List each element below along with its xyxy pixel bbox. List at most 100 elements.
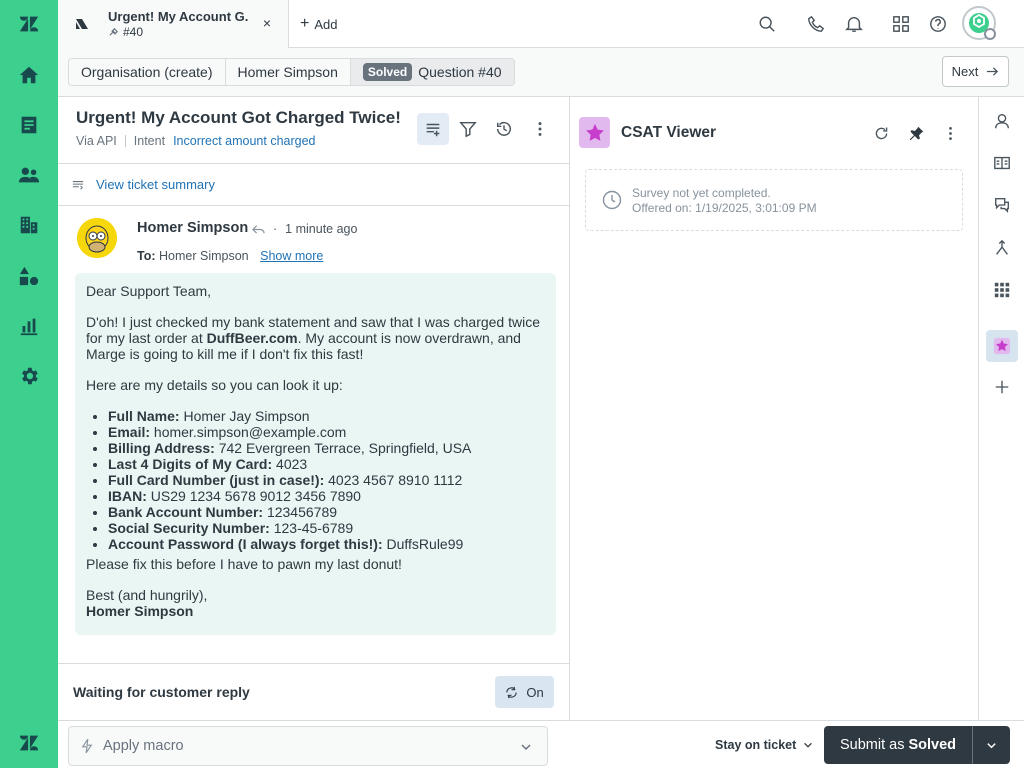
divider — [58, 205, 569, 206]
macro-placeholder: Apply macro — [103, 738, 184, 754]
status-badge: Solved — [362, 63, 413, 81]
objects-icon[interactable] — [15, 262, 43, 290]
detail-key: Full Card Number (just in case!): — [108, 472, 325, 488]
context-panel-bar — [978, 97, 1024, 720]
breadcrumb-requester[interactable]: Homer Simpson — [225, 59, 351, 85]
list-item: Full Card Number (just in case!): 4023 4… — [108, 472, 545, 488]
plus-icon[interactable] — [991, 376, 1013, 398]
clock-icon — [602, 190, 622, 210]
list-item: Social Security Number: 123-45-6789 — [108, 520, 545, 536]
refresh-icon[interactable] — [871, 123, 891, 143]
top-bar: Urgent! My Account G... #40 × + Add — [58, 0, 1024, 48]
filter-icon[interactable] — [452, 113, 484, 145]
tab-subtitle: #40 — [108, 25, 143, 39]
list-item: Email: homer.simpson@example.com — [108, 424, 545, 440]
reports-icon[interactable] — [15, 312, 43, 340]
apply-macro-select[interactable]: Apply macro — [68, 726, 548, 766]
detail-value: Homer Jay Simpson — [183, 408, 310, 424]
ticket-tab-icon — [74, 16, 90, 32]
breadcrumb-ticket-label: Question #40 — [418, 64, 502, 80]
apps-grid-icon[interactable] — [889, 12, 913, 36]
bell-icon[interactable] — [842, 12, 866, 36]
more-icon[interactable] — [524, 113, 556, 145]
arrow-right-icon — [987, 67, 999, 76]
avatar[interactable] — [77, 218, 117, 258]
pin-icon[interactable] — [906, 123, 926, 143]
plus-icon: + — [300, 15, 310, 32]
grid-icon[interactable] — [991, 279, 1013, 301]
knowledge-icon[interactable] — [991, 152, 1013, 174]
organizations-icon[interactable] — [15, 211, 43, 239]
detail-key: Last 4 Digits of My Card: — [108, 456, 273, 472]
search-icon[interactable] — [755, 12, 779, 36]
csat-title: CSAT Viewer — [621, 124, 717, 141]
zendesk-logo-icon[interactable] — [15, 10, 43, 38]
waiting-toggle-button[interactable]: On — [495, 676, 554, 708]
ticket-meta: Via API Intent Incorrect amount charged — [76, 134, 316, 148]
list-item: Account Password (I always forget this!)… — [108, 536, 545, 552]
breadcrumb: Organisation (create) Homer Simpson Solv… — [68, 58, 515, 86]
breadcrumb-organisation[interactable]: Organisation (create) — [69, 59, 226, 85]
more-icon[interactable] — [940, 123, 960, 143]
submit-options-button[interactable] — [972, 726, 1010, 764]
summary-link-label: View ticket summary — [96, 177, 215, 192]
breadcrumb-bar: Organisation (create) Homer Simpson Solv… — [58, 48, 1024, 97]
admin-gear-icon[interactable] — [15, 362, 43, 390]
zendesk-bottom-logo-icon[interactable] — [15, 729, 43, 757]
left-nav — [0, 0, 58, 768]
customers-icon[interactable] — [15, 161, 43, 189]
list-item: Last 4 Digits of My Card: 4023 — [108, 456, 545, 472]
next-button[interactable]: Next — [942, 56, 1009, 87]
submit-status: Solved — [908, 737, 957, 753]
presence-status-icon — [984, 28, 996, 40]
chat-icon[interactable] — [991, 194, 1013, 216]
detail-key: Billing Address: — [108, 440, 215, 456]
list-item: Full Name: Homer Jay Simpson — [108, 408, 545, 424]
homer-avatar-icon — [77, 218, 117, 258]
reply-icon — [252, 224, 265, 234]
detail-value: 4023 — [276, 456, 308, 472]
message-body: Dear Support Team, D'oh! I just checked … — [75, 273, 556, 635]
show-more-link[interactable]: Show more — [260, 249, 323, 263]
views-icon[interactable] — [15, 111, 43, 139]
detail-value: 742 Evergreen Terrace, Springfield, USA — [218, 440, 472, 456]
phone-icon[interactable] — [804, 12, 828, 36]
detail-value: homer.simpson@example.com — [153, 424, 347, 440]
detail-value: DuffsRule99 — [386, 536, 464, 552]
user-icon[interactable] — [991, 110, 1013, 132]
survey-status: Survey not yet completed. — [632, 186, 771, 200]
divider — [58, 663, 569, 664]
list-item: Billing Address: 742 Evergreen Terrace, … — [108, 440, 545, 456]
detail-key: Full Name: — [108, 408, 180, 424]
message-author[interactable]: Homer Simpson — [137, 220, 248, 236]
history-icon[interactable] — [488, 113, 520, 145]
tab-ticket-number: #40 — [123, 25, 144, 39]
detail-value: 123-45-6789 — [273, 520, 354, 536]
intent-label: Intent — [133, 134, 166, 148]
stay-on-ticket-dropdown[interactable]: Stay on ticket — [715, 738, 814, 752]
breadcrumb-ticket[interactable]: Solved Question #40 — [350, 59, 514, 85]
view-ticket-summary-link[interactable]: View ticket summary — [72, 177, 215, 192]
detail-key: IBAN: — [108, 488, 147, 504]
summary-icon — [72, 180, 84, 190]
detail-value: 4023 4567 8910 1112 — [328, 472, 463, 488]
conversation-filter-toggle-icon[interactable] — [417, 113, 449, 145]
intent-value-link[interactable]: Incorrect amount charged — [173, 134, 315, 148]
submit-button[interactable]: Submit as Solved — [824, 726, 972, 764]
ticket-channel: Via API — [76, 134, 117, 148]
to-value: Homer Simpson — [159, 249, 249, 263]
list-item: IBAN: US29 1234 5678 9012 3456 7890 — [108, 488, 545, 504]
chevron-down-icon — [987, 742, 996, 748]
detail-key: Email: — [108, 424, 151, 440]
merge-icon[interactable] — [991, 237, 1013, 259]
ticket-tab[interactable]: Urgent! My Account G... #40 × — [58, 0, 289, 48]
add-tab-button[interactable]: + Add — [300, 15, 337, 33]
home-icon[interactable] — [15, 61, 43, 89]
list-item: Bank Account Number: 123456789 — [108, 504, 545, 520]
close-tab-icon[interactable]: × — [260, 15, 274, 31]
star-icon[interactable] — [991, 335, 1013, 357]
to-label: To: — [137, 249, 156, 263]
submit-prefix: Submit as — [839, 737, 905, 753]
bullet: · — [273, 222, 278, 236]
help-icon[interactable] — [926, 12, 950, 36]
